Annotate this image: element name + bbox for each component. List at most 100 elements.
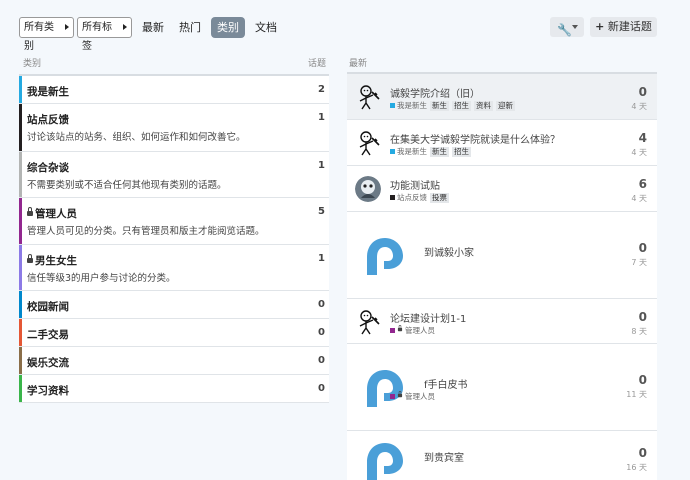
user-avatar[interactable]	[354, 82, 384, 112]
topic-category-link[interactable]: 我是新生	[397, 100, 427, 111]
category-name[interactable]: 我是新生	[27, 84, 69, 99]
tag-filter-dropdown[interactable]: 所有标签	[77, 17, 132, 52]
site-logo-avatar[interactable]	[355, 431, 415, 480]
topic-age[interactable]: 7 天	[631, 257, 647, 268]
topic-age[interactable]: 4 天	[631, 101, 647, 112]
category-name-text: 站点反馈	[27, 114, 69, 126]
category-name[interactable]: 娱乐交流	[27, 355, 69, 370]
category-row[interactable]: 综合杂谈 不需要类别或不适合任何其他现有类别的话题。 1	[19, 152, 329, 198]
topic-tag[interactable]: 新生	[430, 100, 449, 111]
category-color-square	[390, 149, 395, 154]
category-name[interactable]: 管理人员	[27, 206, 77, 221]
topic-title-link[interactable]: f手白皮书	[424, 376, 468, 391]
topic-title-link[interactable]: 功能测试贴	[390, 177, 440, 192]
category-topic-count: 0	[318, 299, 325, 310]
category-name[interactable]: 校园新闻	[27, 299, 69, 314]
category-color-bar	[19, 291, 22, 318]
user-avatar[interactable]	[354, 128, 384, 158]
topic-meta: 管理人员	[390, 390, 435, 402]
category-filter-dropdown[interactable]: 所有类别	[19, 17, 74, 52]
category-name[interactable]: 二手交易	[27, 327, 69, 342]
category-color-square	[390, 328, 395, 333]
topic-reply-count[interactable]: 0	[639, 446, 647, 460]
category-row[interactable]: 二手交易 0	[19, 319, 329, 347]
category-description: 管理人员可见的分类。只有管理员和版主才能阅览话题。	[27, 226, 265, 237]
category-name-text: 娱乐交流	[27, 357, 69, 369]
category-name[interactable]: 站点反馈	[27, 112, 69, 127]
topic-tag[interactable]: 迎新	[496, 100, 515, 111]
topic-row[interactable]: 到诚毅小家 0 7 天	[347, 212, 657, 299]
lock-icon	[27, 207, 33, 216]
topic-category-link[interactable]: 我是新生	[397, 146, 427, 157]
lock-icon	[27, 254, 33, 263]
topic-tag[interactable]: 新生	[430, 146, 449, 157]
category-name[interactable]: 男生女生	[27, 253, 77, 268]
topic-age[interactable]: 11 天	[626, 389, 647, 400]
category-color-square	[390, 394, 395, 399]
category-topic-count: 0	[318, 355, 325, 366]
tab-categories[interactable]: 类别	[211, 17, 245, 38]
category-name[interactable]: 学习资料	[27, 383, 69, 398]
topic-meta: 我是新生 新生 招生 资料 迎新	[390, 100, 515, 111]
topic-category-link[interactable]: 管理人员	[405, 325, 435, 336]
category-row[interactable]: 学习资料 0	[19, 375, 329, 403]
topic-title-link[interactable]: 到诚毅小家	[424, 244, 474, 259]
topic-age[interactable]: 16 天	[626, 462, 647, 473]
topic-row[interactable]: 诚毅学院介绍（旧） 我是新生 新生 招生 资料 迎新 0 4 天	[347, 74, 657, 120]
admin-tools-button[interactable]: 🔧	[550, 17, 584, 37]
topic-tag[interactable]: 招生	[452, 146, 471, 157]
category-name-text: 二手交易	[27, 329, 69, 341]
category-name[interactable]: 综合杂谈	[27, 160, 69, 175]
topic-reply-count[interactable]: 6	[639, 177, 647, 191]
category-row[interactable]: 娱乐交流 0	[19, 347, 329, 375]
site-logo-avatar[interactable]	[355, 358, 415, 418]
topic-category-link[interactable]: 管理人员	[405, 391, 435, 402]
topic-age[interactable]: 4 天	[631, 147, 647, 158]
category-color-bar	[19, 76, 22, 103]
topic-title-link[interactable]: 诚毅学院介绍（旧）	[390, 85, 480, 100]
topic-reply-count[interactable]: 0	[639, 85, 647, 99]
new-topic-button[interactable]: + 新建话题	[590, 17, 657, 37]
category-color-square	[390, 195, 395, 200]
user-avatar[interactable]	[354, 307, 384, 337]
category-topic-count: 2	[318, 84, 325, 95]
topic-title-link[interactable]: 在集美大学诚毅学院就读是什么体验？	[390, 131, 560, 146]
category-row[interactable]: 我是新生 2	[19, 76, 329, 104]
topic-row[interactable]: 到贵宾室 0 16 天	[347, 431, 657, 480]
topic-reply-count[interactable]: 0	[639, 241, 647, 255]
topic-reply-count[interactable]: 0	[639, 373, 647, 387]
category-row[interactable]: 管理人员管理人员可见的分类。只有管理员和版主才能阅览话题。 5	[19, 198, 329, 245]
category-topic-count: 5	[318, 206, 325, 217]
new-topic-label: 新建话题	[607, 20, 652, 33]
topic-age[interactable]: 4 天	[631, 193, 647, 204]
topic-row[interactable]: 功能测试贴 站点反馈 投票 6 4 天	[347, 166, 657, 212]
category-row[interactable]: 男生女生 信任等级3的用户参与讨论的分类。 1	[19, 245, 329, 291]
user-avatar[interactable]	[355, 176, 381, 202]
topic-title-link[interactable]: 论坛建设计划1-1	[390, 310, 466, 325]
topic-reply-count[interactable]: 0	[639, 310, 647, 324]
tab-top[interactable]: 热门	[173, 17, 207, 38]
category-row[interactable]: 校园新闻 0	[19, 291, 329, 319]
category-row[interactable]: 站点反馈 讨论该站点的站务、组织、如何运作和如何改善它。 1	[19, 104, 329, 152]
topic-tag[interactable]: 投票	[430, 192, 449, 203]
category-topic-count: 1	[318, 112, 325, 123]
top-nav: 所有类别 所有标签 最新 热门 类别 文档 🔧 + 新建话题	[19, 17, 659, 52]
category-topic-count: 0	[318, 327, 325, 338]
latest-column-header: 最新	[349, 59, 368, 69]
topic-age[interactable]: 8 天	[631, 326, 647, 337]
caret-right-icon	[123, 24, 127, 30]
topic-row[interactable]: 论坛建设计划1-1 管理人员 0 8 天	[347, 299, 657, 344]
topic-reply-count[interactable]: 4	[639, 131, 647, 145]
lock-icon	[397, 390, 403, 398]
category-color-bar	[19, 347, 22, 374]
topic-tag[interactable]: 资料	[474, 100, 493, 111]
topic-tag[interactable]: 招生	[452, 100, 471, 111]
tab-docs[interactable]: 文档	[249, 17, 283, 38]
site-logo-avatar[interactable]	[355, 226, 415, 286]
tab-latest[interactable]: 最新	[136, 17, 170, 38]
category-description: 不需要类别或不适合任何其他现有类别的话题。	[27, 180, 227, 191]
topic-category-link[interactable]: 站点反馈	[397, 192, 427, 203]
topic-title-link[interactable]: 到贵宾室	[424, 449, 464, 464]
topic-row[interactable]: 在集美大学诚毅学院就读是什么体验？ 我是新生 新生 招生 4 4 天	[347, 120, 657, 166]
topic-row[interactable]: f手白皮书 管理人员 0 11 天	[347, 344, 657, 431]
